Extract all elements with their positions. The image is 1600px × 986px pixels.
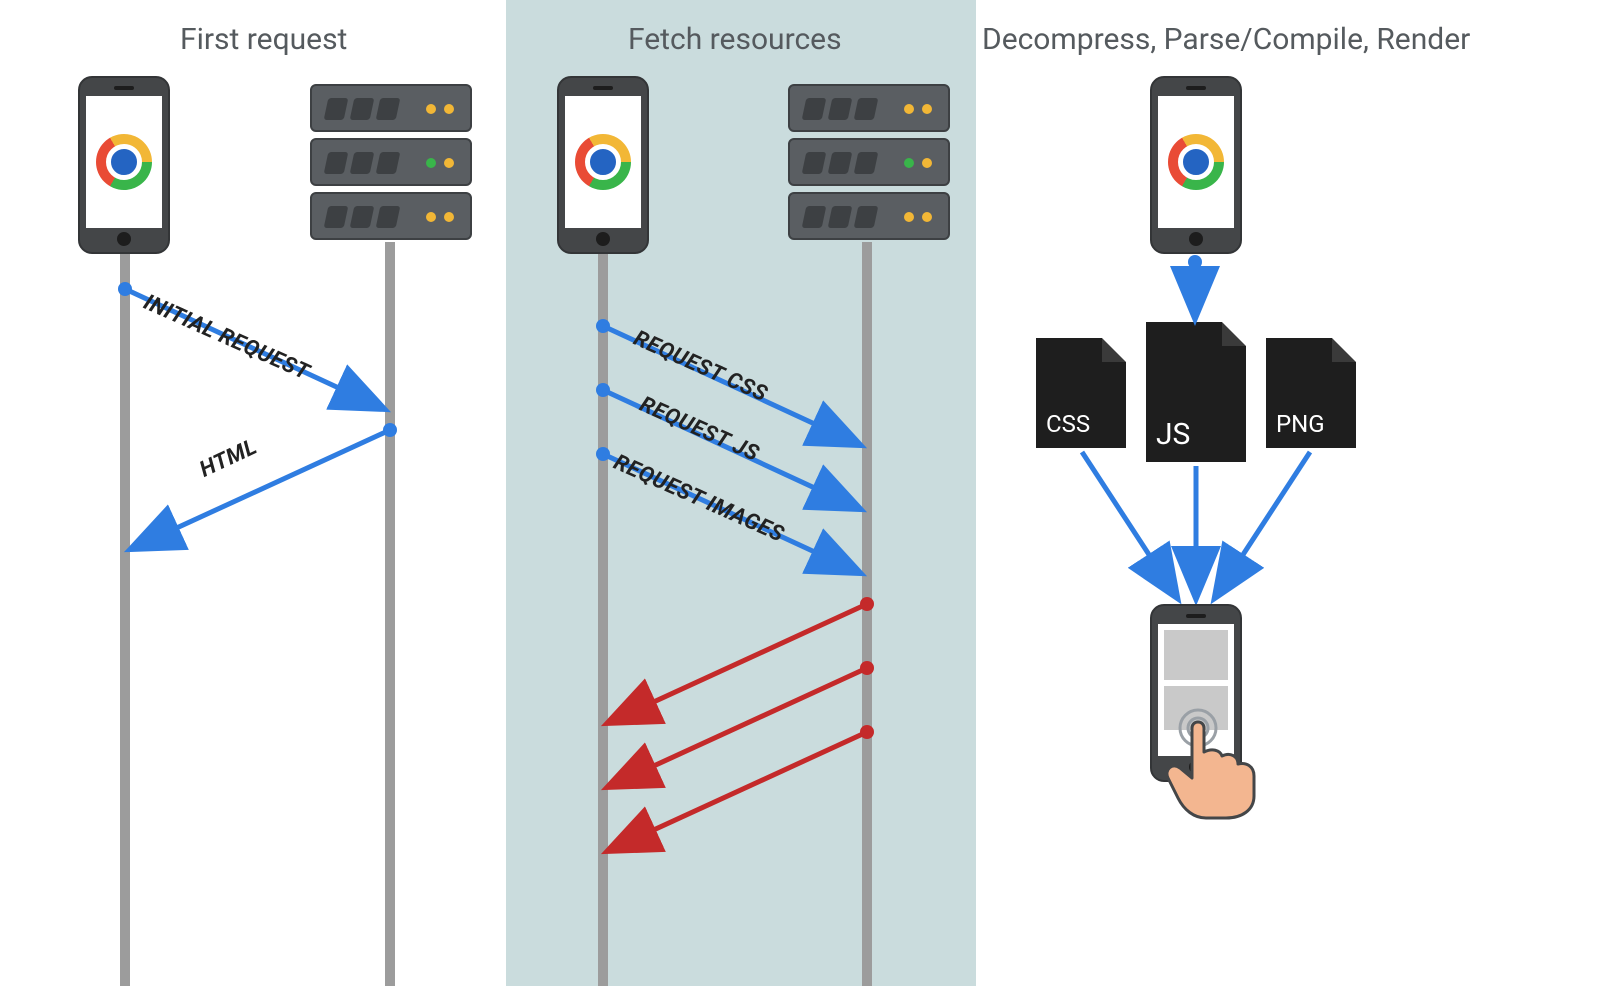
hand-touch-icon (1162, 700, 1277, 820)
arrows-render (0, 0, 1600, 986)
diagram-canvas: First request Fetch resources Decompress… (0, 0, 1600, 986)
